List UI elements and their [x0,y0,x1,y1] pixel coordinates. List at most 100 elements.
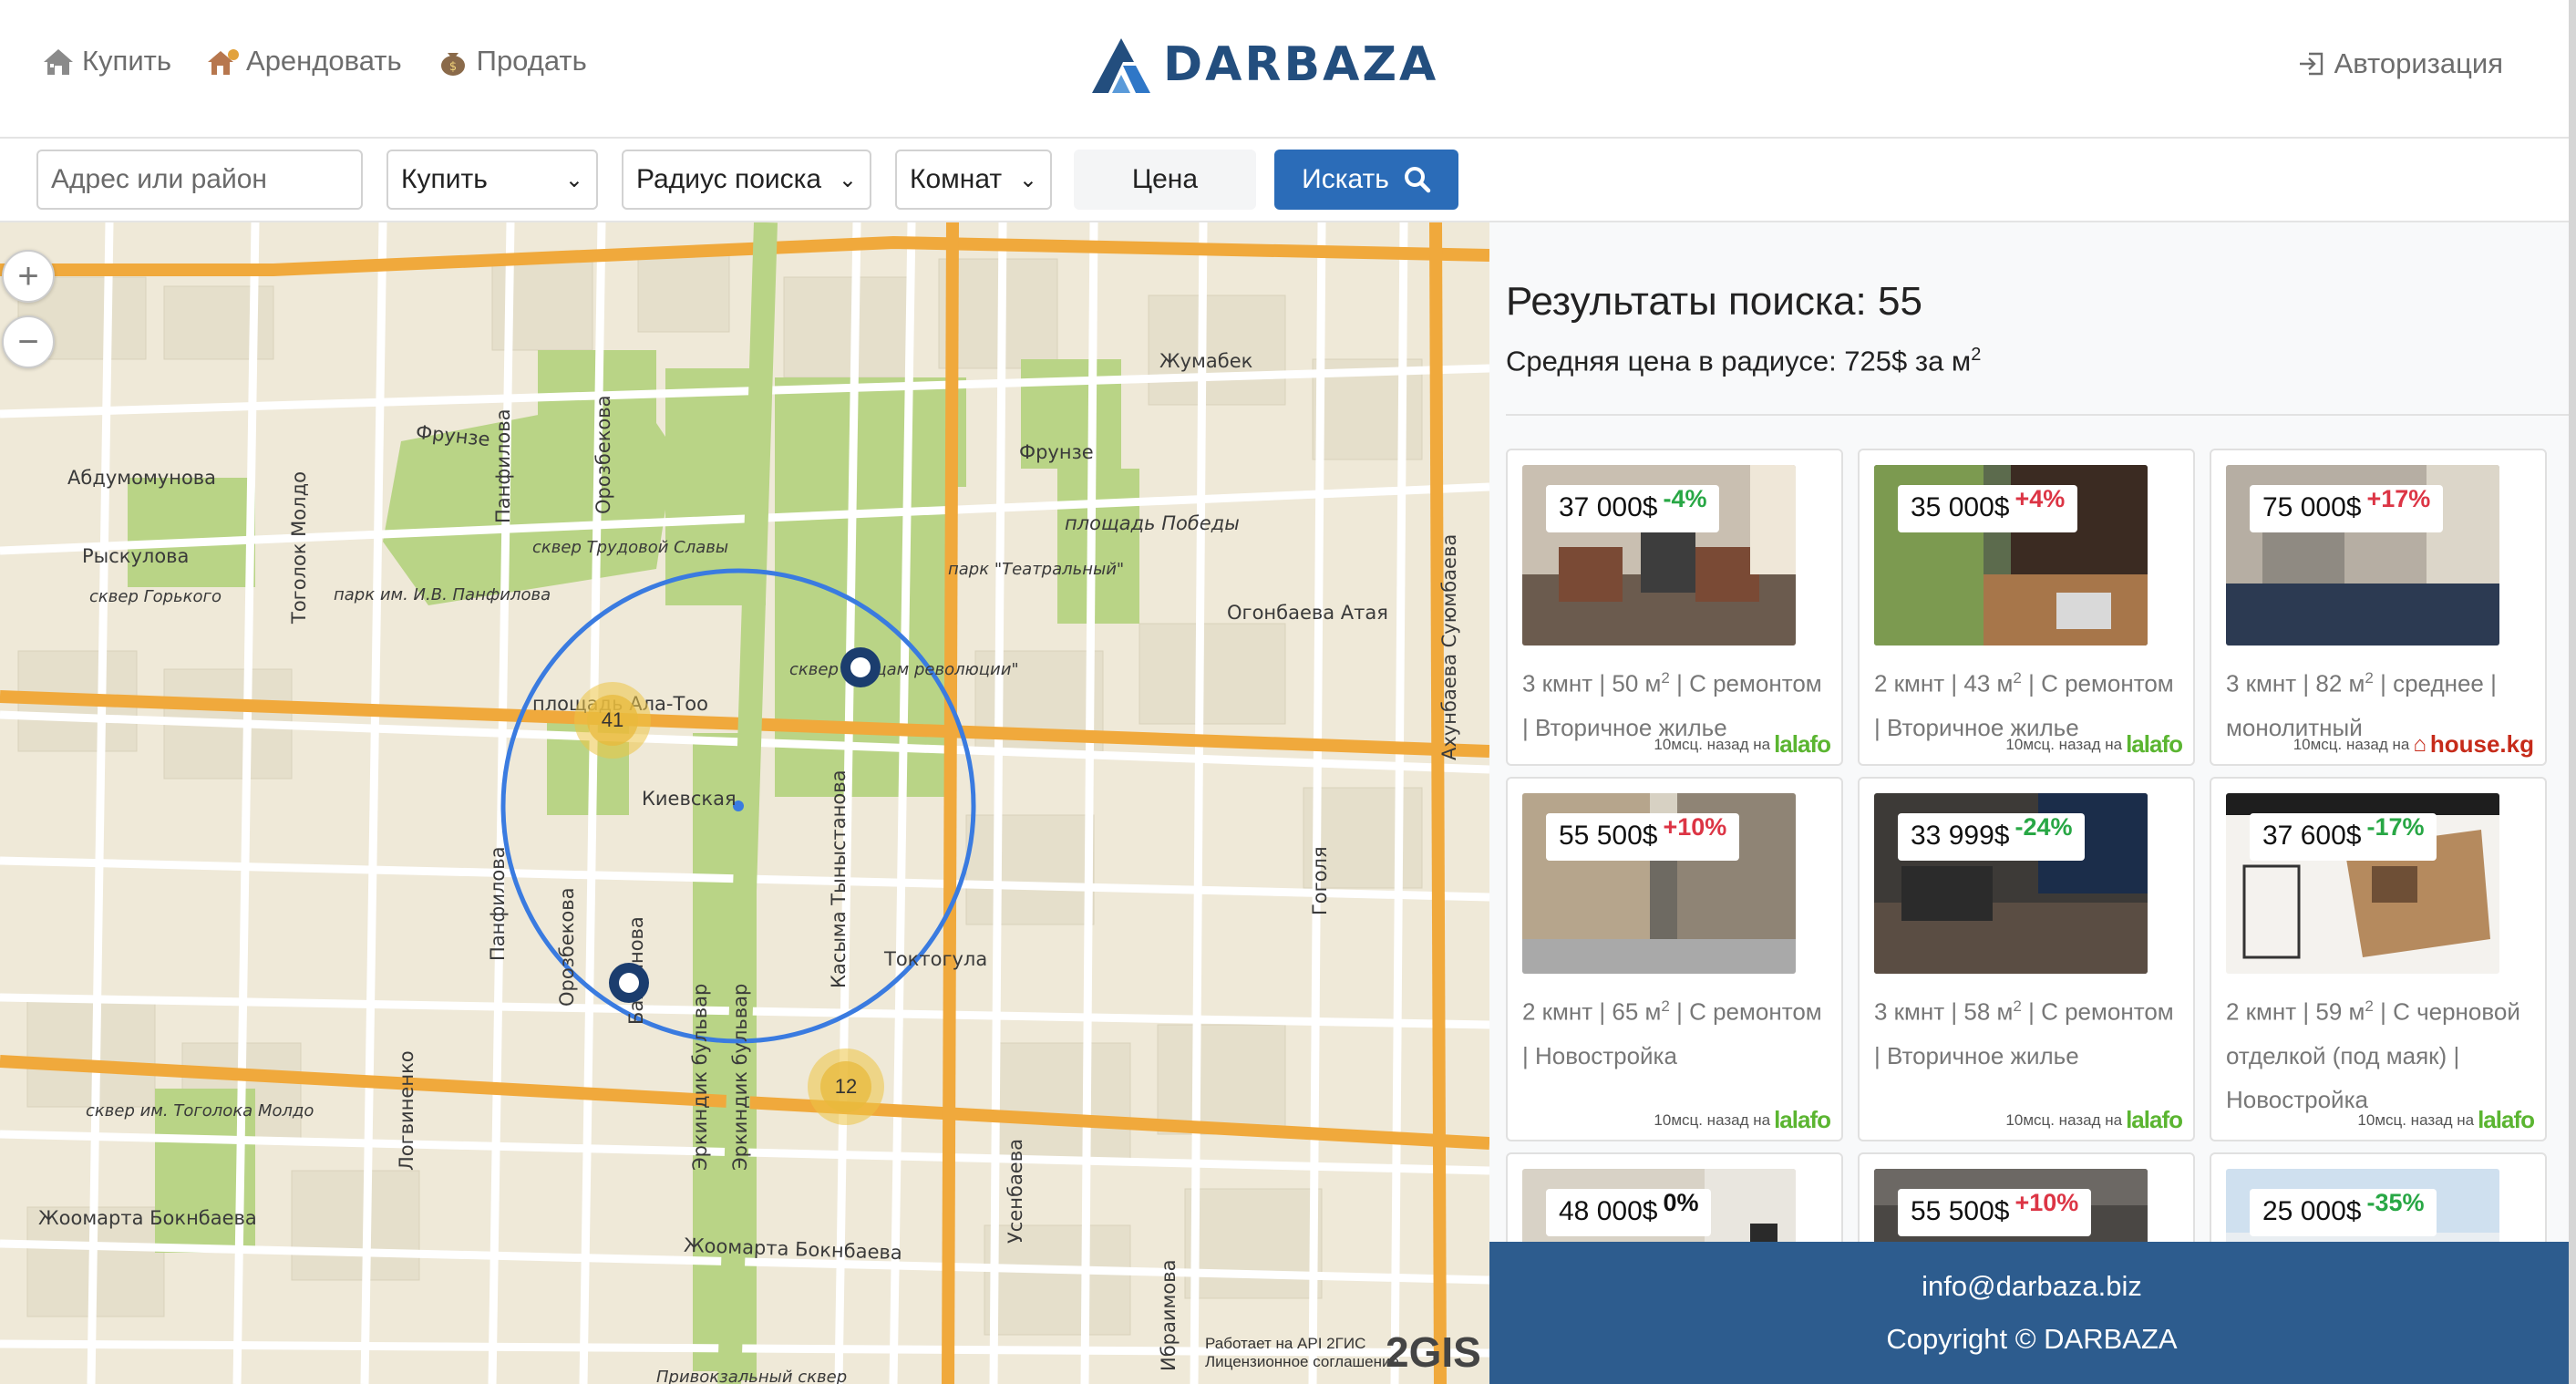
map-view[interactable]: Жумабек Фрунзе Фрунзе Абдумомунова Рыску… [0,222,1489,1384]
listing-age: 10мсц. назад на [2005,735,2123,753]
login-link[interactable]: Авторизация [2298,47,2503,80]
house-icon [44,49,73,75]
zoom-out-button[interactable]: − [2,315,55,368]
login-icon [2299,52,2323,76]
price-change: -17% [2366,813,2425,841]
street-label: Логвиненко [396,1050,417,1171]
lalafo-logo: lalafo [2126,1106,2183,1133]
listing-photo[interactable]: 55 500$ +10% [1522,793,1796,974]
listing-photo[interactable]: 37 000$ -4% [1522,465,1796,646]
price-change: +4% [2014,485,2066,512]
address-field[interactable] [36,150,363,210]
deal-type-select[interactable]: Купить ⌄ [386,150,598,210]
deal-type-value: Купить [401,164,488,194]
search-button[interactable]: Искать [1274,150,1458,210]
listing-age: 10мсц. назад на [1654,1110,1771,1129]
listing-rooms-area: 2 кмнт | 65 м [1522,997,1662,1026]
zoom-in-button[interactable]: + [2,250,55,303]
listing-source[interactable]: 10мсц. назад на lalafo [1654,1106,1831,1134]
brand-logo[interactable]: DARBAZA [1090,35,1438,95]
listing-card[interactable]: 55 500$ +10% 2 кмнт | 65 м2 | С ремонтом |… [1506,777,1843,1141]
street-label: Эркиндик бульвар [689,983,711,1171]
listing-photo[interactable]: 37 600$ -17% [2226,793,2499,974]
listing-card[interactable]: 35 000$ +4% 2 кмнт | 43 м2 | С ремонтом | … [1858,449,2195,766]
nav-buy[interactable]: Купить [40,44,171,78]
listing-age: 10мсц. назад на [2005,1110,2123,1129]
listing-source[interactable]: 10мсц. назад на ⌂ house.kg [2293,730,2534,759]
listing-condition: | среднее | [2373,669,2497,697]
address-input[interactable] [51,164,348,195]
listing-source[interactable]: 10мсц. назад на lalafo [1654,730,1831,759]
listing-type: | Новостройка [1522,1041,1677,1069]
listing-price: 35 000$ [1911,492,2010,522]
lalafo-logo: lalafo [1774,1106,1831,1133]
listing-card[interactable]: 37 600$ -17% 2 кмнт | 59 м2 | С черновой о… [2210,777,2547,1141]
listing-description: 2 кмнт | 59 м2 | С черновой отделкой (под… [2226,997,2520,1113]
street-label: Рыскулова [82,545,190,567]
listing-condition: | С ремонтом [1669,997,1822,1026]
results-panel: Результаты поиска: 55 Средняя цена в рад… [1489,222,2576,1384]
map-cluster[interactable]: 12 [808,1048,884,1125]
zoom-in-icon: + [17,255,39,296]
price-filter-label: Цена [1131,164,1199,194]
map-cluster[interactable]: 41 [574,682,651,759]
listing-card[interactable]: 37 000$ -4% 3 кмнт | 50 м2 | С ремонтом | … [1506,449,1843,766]
street-label: Привокзальный сквер [656,1368,848,1384]
price-change: -24% [2014,813,2073,841]
cluster-count: 12 [820,1061,871,1112]
price-change: -4% [1663,485,1707,512]
nav-sell[interactable]: $ Продать [435,44,587,78]
rooms-value: Комнат [910,164,1003,194]
price-tag: 55 500$ +10% [1546,813,1740,861]
rooms-select[interactable]: Комнат ⌄ [895,150,1052,210]
listing-photo[interactable]: 35 000$ +4% [1874,465,2148,646]
price-change: +10% [1663,813,1727,841]
nav-sell-label: Продать [476,45,587,77]
street-label: площадь Победы [1065,512,1240,534]
results-divider [1506,414,2576,416]
listing-price: 37 600$ [2262,821,2362,851]
house-icon: ⌂ [2413,731,2427,757]
listing-age: 10мсц. назад на [1654,735,1771,753]
map-pin[interactable] [840,647,881,687]
page-scrollbar[interactable] [2569,0,2576,1384]
listing-price: 75 000$ [2262,492,2362,522]
price-change: +10% [2014,1189,2079,1216]
site-footer: info@darbaza.biz Copyright © DARBAZA [1489,1242,2574,1384]
listing-photo[interactable]: 75 000$ +17% [2226,465,2499,646]
radius-value: Радиус поиска [636,164,822,194]
map-pin[interactable] [609,963,649,1003]
street-label: Ахунбаева Суюмбаева [1438,533,1460,760]
listing-card[interactable]: 33 999$ -24% 3 кмнт | 58 м2 | С ремонтом |… [1858,777,2195,1141]
price-tag: 55 500$ +10% [1898,1189,2092,1236]
street-label: Орозбекова [592,395,614,514]
rent-house-icon [208,49,240,75]
listing-type: | Вторичное жилье [1874,1041,2079,1069]
listing-price: 55 500$ [1911,1196,2010,1226]
chevron-down-icon: ⌄ [1018,167,1037,192]
street-label: Жоомарта Бокнбаева [38,1207,257,1229]
search-bar: Купить ⌄ Радиус поиска ⌄ Комнат ⌄ Цена И… [0,139,2576,222]
price-change: -35% [2366,1189,2425,1216]
listing-condition: | С ремонтом [2021,997,2174,1026]
park-label: парк "Театральный" [948,560,1125,579]
radius-select[interactable]: Радиус поиска ⌄ [622,150,871,210]
nav-rent-label: Арендовать [246,45,402,77]
results-title: Результаты поиска: 55 [1506,279,1922,324]
street-label: Абдумомунова [67,467,217,489]
listing-card[interactable]: 75 000$ +17% 3 кмнт | 82 м2 | среднее | мо… [2210,449,2547,766]
listing-source[interactable]: 10мсц. назад на lalafo [2005,1106,2183,1134]
map-attribution[interactable]: Работает на API 2ГИС Лицензионное соглаш… [1205,1335,1399,1371]
listing-source[interactable]: 10мсц. назад на lalafo [2005,730,2183,759]
price-filter-button[interactable]: Цена [1074,150,1256,210]
listing-source[interactable]: 10мсц. назад на lalafo [2357,1106,2535,1134]
footer-email[interactable]: info@darbaza.biz [1922,1270,2142,1303]
attribution-license[interactable]: Лицензионное соглашение [1205,1353,1399,1371]
listing-rooms-area: 3 кмнт | 58 м [1874,997,2014,1026]
listing-photo[interactable]: 33 999$ -24% [1874,793,2148,974]
price-tag: 33 999$ -24% [1898,813,2086,861]
nav-rent[interactable]: Арендовать [204,44,402,78]
listing-rooms-area: 3 кмнт | 50 м [1522,669,1662,697]
search-icon [1404,167,1431,193]
price-change: 0% [1663,1189,1699,1216]
